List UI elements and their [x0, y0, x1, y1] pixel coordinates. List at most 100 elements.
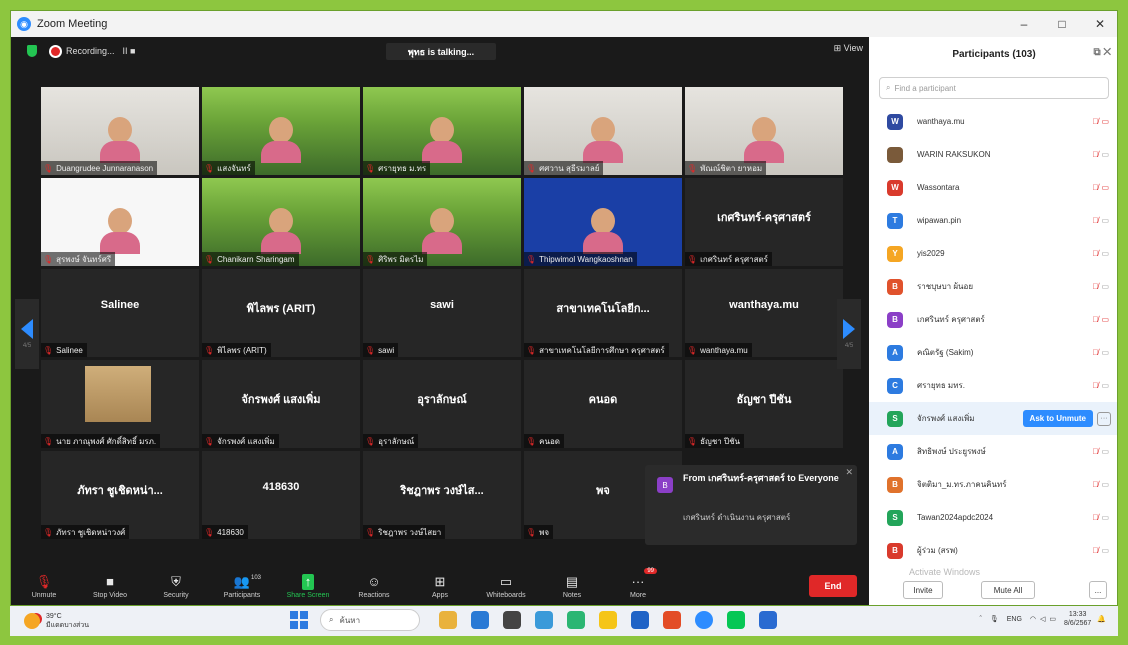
taskbar-app-icon[interactable]	[631, 611, 649, 629]
taskbar-clock[interactable]: 13:33 8/6/2567	[1064, 610, 1091, 628]
taskbar-search[interactable]: ⌕ ค้นหา	[320, 609, 420, 631]
maximize-button[interactable]: □	[1043, 11, 1081, 37]
participant-avatar: Y	[887, 245, 903, 262]
participant-row[interactable]: WARIN RAKSUKON 🎙̸ ▭	[869, 138, 1117, 171]
participant-tile[interactable]: เกศรินทร์-ครุศาสตร์ 🎙 เกศรินทร์ ครุศาสตร์	[685, 178, 843, 266]
participant-tile[interactable]: จักรพงศ์ แสงเพิ่ม 🎙 จักรพงศ์ แสงเพิ่ม	[202, 360, 360, 448]
taskbar-app-icon[interactable]	[471, 611, 489, 629]
participant-row[interactable]: A คณิตรัฐ (Sakim) 🎙̸ ▭	[869, 336, 1117, 369]
participant-row[interactable]: Twipawan.pin 🎙̸ ▭	[869, 204, 1117, 237]
chat-notification[interactable]: B From เกศรินทร์-ครุศาสตร์ to Everyone เ…	[645, 465, 857, 545]
window-controls: – □ ✕	[1005, 11, 1117, 37]
participant-tile[interactable]: 🎙 Thipwimol Wangkaoshnan	[524, 178, 682, 266]
participant-row[interactable]: Wwanthaya.mu 🎙̸ ▭	[869, 105, 1117, 138]
participant-tile[interactable]: 🎙 สุรพงษ์ จันทร์ศรี	[41, 178, 199, 266]
participant-tile[interactable]: 🎙 นาย ภาณุพงศ์ ศักดิ์สิทธิ์ มรภ.	[41, 360, 199, 448]
participant-row[interactable]: C ศรายุทธ มทร. 🎙̸ ▭	[869, 369, 1117, 402]
participant-tile[interactable]: sawi 🎙 sawi	[363, 269, 521, 357]
mic-muted-icon: 🎙	[43, 345, 54, 355]
participant-tile[interactable]: 🎙 ศิริพร มิตรไม	[363, 178, 521, 266]
participant-row[interactable]: A สิทธิพงษ์ ประยูรพงษ์ 🎙̸ ▭	[869, 435, 1117, 468]
security-button[interactable]: ⛨ Security	[143, 566, 209, 605]
participant-tile[interactable]: คนอด 🎙 คนอด	[524, 360, 682, 448]
participant-tile[interactable]: 🎙 พัณณ์ชิตา ยาหอม	[685, 87, 843, 175]
mic-muted-icon: 🎙	[35, 573, 53, 589]
minimize-button[interactable]: –	[1005, 11, 1043, 37]
participant-row[interactable]: B จิตติมา_ม.ทร.ภาคนคินทร์ 🎙̸ ▭	[869, 468, 1117, 501]
participant-row-name: คณิตรัฐ (Sakim)	[917, 348, 974, 357]
participant-row[interactable]: W Wassontara 🎙̸ ▭	[869, 171, 1117, 204]
participant-row[interactable]: B เกศรินทร์ ครุศาสตร์ 🎙̸ ▭	[869, 303, 1117, 336]
participants-button[interactable]: 👥 103 Participants	[209, 566, 275, 605]
close-button[interactable]: ✕	[1081, 11, 1117, 37]
participant-more-button[interactable]: ···	[1097, 411, 1111, 426]
panel-more-button[interactable]: ...	[1089, 581, 1107, 599]
mute-all-button[interactable]: Mute All	[981, 581, 1035, 599]
share-screen-button[interactable]: ↑ Share Screen	[275, 566, 341, 605]
tray-volume-icon[interactable]: ◁	[1040, 615, 1045, 623]
mic-muted-icon: 🎙	[365, 436, 376, 446]
participant-tile[interactable]: 🎙 Duangrudee Junnaranason	[41, 87, 199, 175]
participant-tile[interactable]: สาขาเทคโนโลยีก... 🎙 สาขาเทคโนโลยีการศึกษา …	[524, 269, 682, 357]
participant-tile[interactable]: Salinee 🎙 Salinee	[41, 269, 199, 357]
tray-mic-icon[interactable]: 🎙	[990, 615, 999, 623]
participant-row[interactable]: B ผู้ร่วม (สรพ) 🎙̸ ▭	[869, 534, 1117, 567]
line-taskbar-icon[interactable]	[727, 611, 745, 629]
invite-button[interactable]: Invite	[903, 581, 943, 599]
taskbar-app-icon[interactable]	[535, 611, 553, 629]
taskbar-app-icon[interactable]	[567, 611, 585, 629]
recording-controls[interactable]: II ■	[123, 46, 136, 56]
camera-off-icon: ▭	[1101, 282, 1109, 291]
participant-row[interactable]: S Tawan2024apdc2024 🎙̸ ▭	[869, 501, 1117, 534]
reactions-button[interactable]: ☺ Reactions	[341, 566, 407, 605]
participant-tile[interactable]: พิไลพร (ARIT) 🎙 พิไลพร (ARIT)	[202, 269, 360, 357]
taskbar-app-icon[interactable]	[663, 611, 681, 629]
taskbar-app-icon[interactable]	[503, 611, 521, 629]
notification-bell-icon[interactable]: 🔔	[1097, 615, 1106, 623]
end-meeting-button[interactable]: End	[809, 575, 857, 597]
tray-chevron-icon[interactable]: ˆ	[980, 616, 982, 623]
next-page-button[interactable]: 4/5	[837, 299, 861, 369]
participant-tile[interactable]: 🎙 ศศวาน สุธีรมาลย์	[524, 87, 682, 175]
participant-tile[interactable]: ริชฎาพร วงษ์ไส... 🎙 ริชฎาพร วงษ์ไสยา	[363, 451, 521, 539]
participant-row[interactable]: Yyis2029 🎙̸ ▭	[869, 237, 1117, 270]
mic-muted-icon: 🎙	[687, 163, 698, 173]
taskbar-app-icon[interactable]	[759, 611, 777, 629]
participant-tile[interactable]: 🎙 Chanikarn Sharingam	[202, 178, 360, 266]
more-button[interactable]: ··· 99 More	[605, 566, 671, 605]
tray-wifi-icon[interactable]: ◠	[1030, 615, 1036, 623]
notes-button[interactable]: ▤ Notes	[539, 566, 605, 605]
unmute-button[interactable]: 🎙 Unmute	[11, 566, 77, 605]
apps-button[interactable]: ⊞ Apps	[407, 566, 473, 605]
taskbar-app-icon[interactable]	[439, 611, 457, 629]
participant-tile[interactable]: อุราลักษณ์ 🎙 อุราลักษณ์	[363, 360, 521, 448]
participant-row[interactable]: S จักรพงศ์ แสงเพิ่ม Ask to Unmute ···	[869, 402, 1117, 435]
participant-tile[interactable]: ธัญชา ปีชัน 🎙 ธัญชา ปีชัน	[685, 360, 843, 448]
view-button[interactable]: ⊞ View	[834, 43, 863, 54]
security-shield-icon[interactable]	[27, 45, 37, 57]
mic-muted-icon: 🎙	[43, 527, 54, 537]
participant-tile[interactable]: 418630 🎙 418630	[202, 451, 360, 539]
language-indicator[interactable]: ENG	[1007, 616, 1022, 623]
windows-start-icon[interactable]	[290, 611, 308, 629]
ask-to-unmute-button[interactable]: Ask to Unmute	[1022, 410, 1093, 427]
participant-tile[interactable]: 🎙 ศรายุทธ ม.ทร	[363, 87, 521, 175]
participant-tile[interactable]: 🎙 แสงจันทร์	[202, 87, 360, 175]
unmute-label: Unmute	[31, 591, 57, 599]
mic-muted-icon: 🎙	[687, 436, 698, 446]
participant-display-name: คนอด	[588, 394, 618, 406]
weather-widget[interactable]: 39°C มีแดดบางส่วน	[24, 612, 89, 630]
participant-row[interactable]: B ราชบุษบา ผ้นอย 🎙̸ ▭	[869, 270, 1117, 303]
participant-video-figure	[583, 117, 623, 165]
whiteboards-button[interactable]: ▭ Whiteboards	[473, 566, 539, 605]
tray-battery-icon[interactable]: ▭	[1049, 615, 1056, 623]
zoom-taskbar-icon[interactable]	[695, 611, 713, 629]
participant-tile[interactable]: ภัทรา ชูเชิดหน่า... 🎙 ภัทรา ชูเชิดหน่าวงศ์	[41, 451, 199, 539]
popout-close-icons[interactable]: ⧉ ✕	[1093, 47, 1111, 58]
participant-tile[interactable]: wanthaya.mu 🎙 wanthaya.mu	[685, 269, 843, 357]
stop-video-button[interactable]: ■ Stop Video	[77, 566, 143, 605]
chat-close-icon[interactable]: ✕	[845, 467, 853, 478]
participant-search-input[interactable]: ⌕ Find a participant	[879, 77, 1109, 99]
prev-page-button[interactable]: 4/5	[15, 299, 39, 369]
taskbar-app-icon[interactable]	[599, 611, 617, 629]
